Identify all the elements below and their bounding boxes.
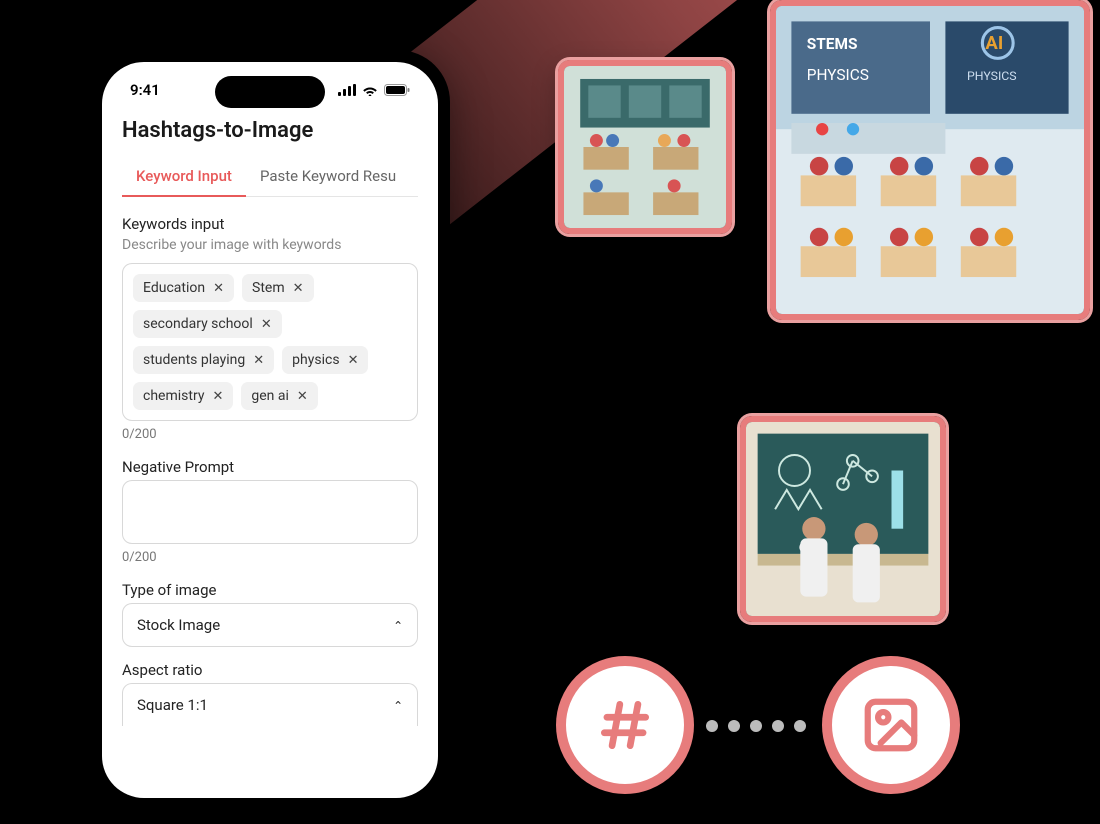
chevron-down-icon: ⌄: [393, 618, 403, 632]
image-type-select[interactable]: Stock Image ⌄: [122, 603, 418, 647]
tab-paste-keyword[interactable]: Paste Keyword Resu: [246, 159, 410, 196]
image-type-label: Type of image: [122, 581, 418, 599]
aspect-label: Aspect ratio: [122, 661, 418, 679]
tab-keyword-input[interactable]: Keyword Input: [122, 159, 246, 197]
chip-students-playing[interactable]: students playing✕: [133, 346, 274, 374]
close-icon[interactable]: ✕: [297, 389, 308, 404]
sample-image-1: [558, 60, 732, 234]
close-icon[interactable]: ✕: [253, 353, 264, 368]
sample-image-large: STEMS PHYSICS AI PHYSICS: [770, 0, 1090, 320]
keywords-sub: Describe your image with keywords: [122, 237, 418, 253]
negative-input[interactable]: [122, 480, 418, 544]
close-icon[interactable]: ✕: [261, 317, 272, 332]
close-icon[interactable]: ✕: [293, 281, 304, 296]
keywords-counter: 0/200: [122, 427, 418, 442]
chevron-down-icon: ⌄: [393, 698, 403, 712]
svg-text:PHYSICS: PHYSICS: [967, 70, 1017, 84]
negative-label: Negative Prompt: [122, 458, 418, 476]
aspect-select[interactable]: Square 1:1 ⌄: [122, 683, 418, 726]
close-icon[interactable]: ✕: [212, 389, 223, 404]
sample-image-2: [740, 416, 946, 622]
tabs: Keyword Input Paste Keyword Resu: [122, 159, 418, 197]
cellular-icon: [338, 84, 356, 96]
page-title: Hashtags-to-Image: [122, 118, 418, 143]
hashtag-circle-icon: [556, 656, 694, 794]
close-icon[interactable]: ✕: [348, 353, 359, 368]
svg-text:AI: AI: [985, 32, 1003, 54]
chip-education[interactable]: Education✕: [133, 274, 234, 302]
decorative-dots: [706, 720, 806, 732]
svg-text:PHYSICS: PHYSICS: [807, 66, 869, 84]
close-icon[interactable]: ✕: [213, 281, 224, 296]
chip-gen-ai[interactable]: gen ai✕: [241, 382, 317, 410]
chip-physics[interactable]: physics✕: [282, 346, 368, 374]
chip-stem[interactable]: Stem✕: [242, 274, 314, 302]
image-circle-icon: [822, 656, 960, 794]
status-time: 9:41: [130, 81, 160, 99]
dynamic-island: [215, 76, 325, 108]
chip-chemistry[interactable]: chemistry✕: [133, 382, 233, 410]
keywords-label: Keywords input: [122, 215, 418, 233]
keywords-chipbox[interactable]: Education✕ Stem✕ secondary school✕ stude…: [122, 263, 418, 421]
battery-icon: [384, 84, 410, 96]
negative-counter: 0/200: [122, 550, 418, 565]
svg-text:STEMS: STEMS: [807, 35, 858, 53]
phone-frame: 9:41 Hashtags-to-Image Keyword Input Pas…: [90, 50, 450, 810]
chip-secondary-school[interactable]: secondary school✕: [133, 310, 282, 338]
wifi-icon: [362, 84, 378, 96]
